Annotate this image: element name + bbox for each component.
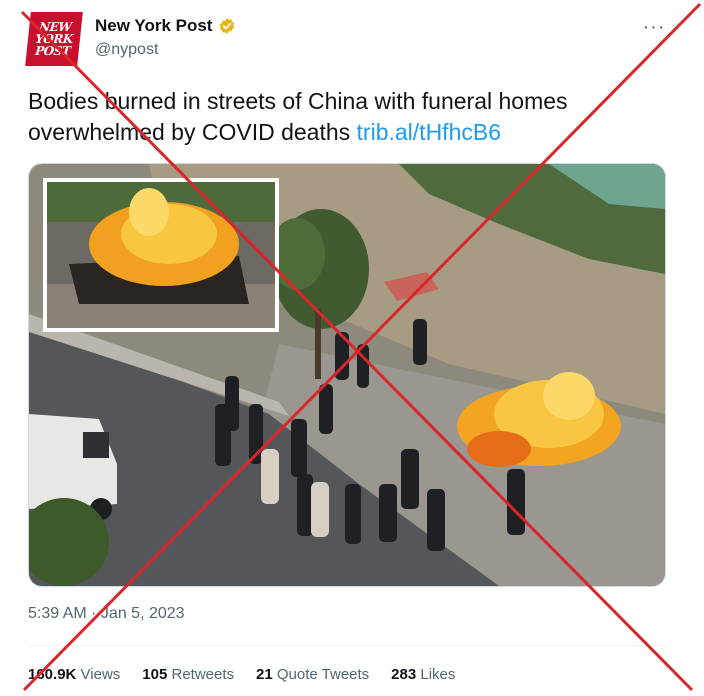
avatar[interactable]: NEW YORK POST [25, 12, 83, 66]
tweet-text: Bodies burned in streets of China with f… [28, 86, 668, 148]
quote-tweets-count: 21 [256, 666, 273, 683]
likes-stat[interactable]: 283 Likes [391, 666, 455, 683]
quote-tweets-label: Quote Tweets [276, 666, 370, 683]
retweets-stat[interactable]: 105 Retweets [142, 666, 234, 683]
likes-label: Likes [420, 666, 456, 683]
engagement-stats: 160.9K Views 105 Retweets 21 Quote Tweet… [28, 666, 455, 683]
tweet-card: NEW YORK POST New York Post @nypost ··· … [0, 0, 704, 696]
avatar-line: POST [34, 44, 72, 58]
divider [28, 645, 668, 646]
tweet-text-line: Bodies burned in streets of China with f… [28, 88, 568, 114]
retweets-label: Retweets [171, 666, 235, 683]
likes-count: 283 [391, 666, 417, 683]
author-handle[interactable]: @nypost [95, 41, 158, 59]
views-count: 160.9K [28, 666, 77, 683]
more-options-icon[interactable]: ··· [641, 14, 667, 40]
author-name-row: New York Post [95, 16, 236, 36]
tweet-timestamp[interactable]: 5:39 AM · Jan 5, 2023 [28, 605, 185, 623]
retweets-count: 105 [142, 666, 168, 683]
verified-badge-icon [220, 18, 235, 34]
tweet-text-line: overwhelmed by COVID deaths [28, 119, 357, 145]
street-photo [29, 164, 665, 586]
quote-tweets-stat[interactable]: 21 Quote Tweets [256, 666, 369, 683]
views-label: Views [80, 666, 121, 683]
display-name[interactable]: New York Post [95, 16, 212, 36]
tweet-link[interactable]: trib.al/tHfhcB6 [357, 119, 501, 145]
tweet-photo[interactable] [28, 163, 666, 587]
views-stat: 160.9K Views [28, 666, 120, 683]
